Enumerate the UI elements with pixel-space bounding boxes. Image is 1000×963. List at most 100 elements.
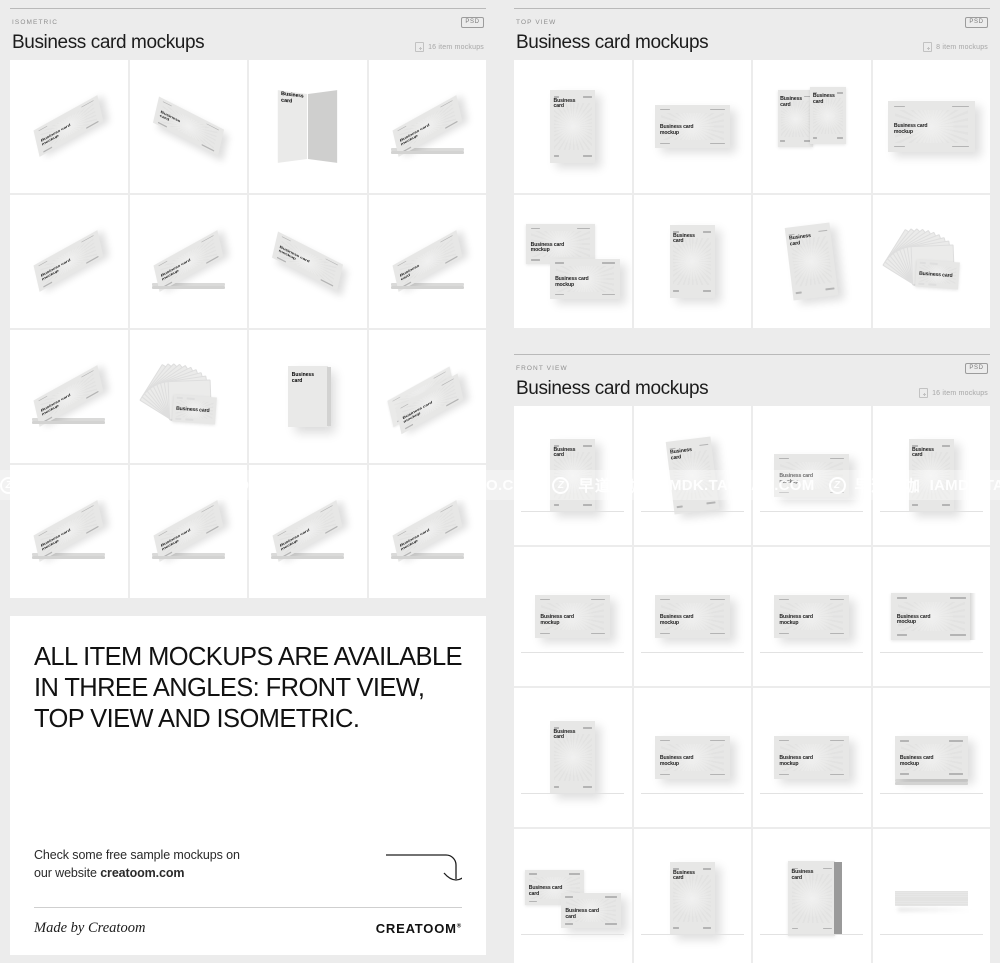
mockup-tile[interactable]: Business card mockup (10, 465, 128, 598)
surface-line (760, 792, 864, 794)
mockup-tile[interactable]: Business card (514, 688, 632, 827)
psd-badge: PSD (964, 16, 988, 28)
mockup-tile[interactable]: Business card (129, 330, 247, 463)
panel-header-isometric: ISOMETRIC PSD Business card mockups 16 i… (0, 9, 496, 60)
mockup-tile[interactable]: Business card mockup (10, 195, 128, 328)
mockup-tile[interactable]: Business card mockup (249, 195, 367, 328)
mockup-card: Business card (392, 230, 463, 293)
mockup-tile[interactable] (872, 829, 990, 963)
mockup-tile[interactable]: Business card mockup (753, 688, 871, 827)
mockup-tile[interactable]: Business card mockup (633, 688, 751, 827)
mockup-card: Business card mockup (774, 453, 850, 498)
mockup-tile[interactable]: Business card (249, 330, 367, 463)
mockup-card-fan: Business card (139, 363, 235, 428)
promo-line-1: Check some free sample mockups on (34, 848, 240, 862)
item-count-chip: 8 item mockups (923, 42, 988, 52)
mockup-tile[interactable]: Business card mockup (872, 688, 990, 827)
panel-header-topview: TOP VIEW PSD Business card mockups 8 ite… (504, 9, 1000, 60)
mockup-card: Business card mockup (550, 258, 620, 300)
surface-line (640, 510, 744, 512)
mockup-tile[interactable]: Business card mockup (753, 547, 871, 686)
mockup-card-label: Business card mockup (896, 613, 931, 626)
mockup-card-label: Business card mockup (160, 528, 191, 553)
mockup-tile[interactable]: Business card mockup (872, 547, 990, 686)
mockup-card: Business card (788, 860, 836, 937)
mockup-tile[interactable]: Business card mockup Business card mockup (514, 195, 632, 328)
mockup-card-label: Business card mockup (160, 258, 191, 283)
panel-header-frontview: FRONT VIEW PSD Business card mockups 16 … (504, 355, 1000, 406)
surface-line (760, 510, 864, 512)
mockup-card: Business card mockup (535, 594, 611, 639)
promo-website[interactable]: creatoom.com (100, 866, 184, 880)
mockup-tile[interactable]: Business card mockup (129, 195, 247, 328)
mockup-tile[interactable]: Business card card Business card card (514, 829, 632, 963)
mockup-card-label: Business card mockup (530, 241, 565, 254)
mockup-card: Business card mockup (894, 736, 968, 779)
mockup-card: Business card (810, 87, 846, 144)
mockup-tile[interactable]: Business card mockup (10, 330, 128, 463)
surface-line (640, 792, 744, 794)
mockup-tile[interactable]: Business card (633, 406, 751, 545)
mockup-tile[interactable]: Business card (753, 829, 871, 963)
mockup-tile[interactable]: Business card (633, 829, 751, 963)
mockup-tile[interactable]: Business card (368, 195, 486, 328)
surface-line (760, 651, 864, 653)
mockup-card-label: Business card mockup (779, 472, 813, 485)
mockup-tile[interactable]: Business card mockup (753, 406, 871, 545)
right-column: TOP VIEW PSD Business card mockups 8 ite… (504, 0, 1000, 963)
mockup-card: Business card mockup (392, 500, 463, 563)
statement-footer: Check some free sample mockups on our we… (34, 847, 469, 955)
mockup-card-label: Business card (780, 96, 803, 109)
page-title: Business card mockups (12, 32, 205, 53)
made-by-signature: Made by Creatoom (34, 920, 146, 936)
mockup-card-label: Business card mockup (779, 613, 813, 626)
mockup-card: Business card mockup (272, 231, 344, 292)
mockup-card: Business card (172, 394, 218, 425)
mockup-tile[interactable]: Business card mockup (872, 60, 990, 193)
item-count-label: 16 item mockups (932, 389, 988, 397)
mockup-card-label: Business card mockup (555, 276, 589, 289)
mockup-card-label: Business card mockup (278, 245, 311, 265)
creatoom-logo: CREATOOM® (376, 921, 462, 936)
mockup-card: Business card card (561, 892, 621, 929)
promo-line-2-prefix: our website (34, 865, 101, 880)
mockup-tile[interactable]: Business card (872, 195, 990, 328)
mockup-tile[interactable]: Business card (633, 195, 751, 328)
mockup-card-tent: Business card (278, 90, 338, 163)
mockup-card-label: Business card (812, 93, 835, 105)
mockup-tile[interactable]: Business card mockup (249, 465, 367, 598)
mockup-card-label: Business card mockup (779, 754, 813, 767)
promo-row: Check some free sample mockups on our we… (34, 847, 469, 891)
panel-topview: TOP VIEW PSD Business card mockups 8 ite… (504, 0, 1000, 338)
mockup-tile[interactable]: Business card mockup (10, 60, 128, 193)
mockup-tile[interactable]: Business card mockup (368, 60, 486, 193)
mockup-tile[interactable]: Business card (872, 406, 990, 545)
document-add-icon (923, 42, 933, 52)
mockup-tile[interactable]: Business card (753, 195, 871, 328)
surface-line (521, 933, 625, 935)
mockup-grid-frontview: Business card Business card Business card moc… (504, 406, 1000, 963)
mockup-tile[interactable]: Business card (129, 60, 247, 193)
statement-headline: ALL ITEM MOCKUPS ARE AVAILABLE IN THREE … (34, 643, 463, 734)
mockup-tile[interactable]: Business card mockup (514, 547, 632, 686)
mockup-card: Business card mockup (774, 735, 850, 780)
mockup-tile[interactable]: Business card mockup (368, 330, 486, 463)
mockup-tile[interactable]: Business card (514, 60, 632, 193)
mockup-tile[interactable]: Business card Business card (753, 60, 871, 193)
mockup-card: Business card mockup (33, 365, 104, 428)
surface-line (521, 510, 625, 512)
mockup-tile[interactable]: Business card (514, 406, 632, 545)
mockup-card-label: Business card card (565, 908, 599, 920)
document-add-icon (919, 388, 929, 398)
mockup-card-label: Business card (912, 446, 934, 459)
mockup-tile[interactable]: Business card mockup (633, 547, 751, 686)
brand-wordmark: CREATOOM (375, 921, 457, 936)
item-count-label: 8 item mockups (936, 43, 988, 51)
mockup-tile[interactable]: Business card mockup (129, 465, 247, 598)
mockup-card: Business card mockup (654, 735, 730, 780)
mockup-card: Business card mockup (153, 230, 224, 293)
mockup-tile[interactable]: Business card mockup (633, 60, 751, 193)
mockup-tile[interactable]: Business card (249, 60, 367, 193)
panel-eyebrow: ISOMETRIC (12, 18, 59, 26)
mockup-tile[interactable]: Business card mockup (368, 465, 486, 598)
